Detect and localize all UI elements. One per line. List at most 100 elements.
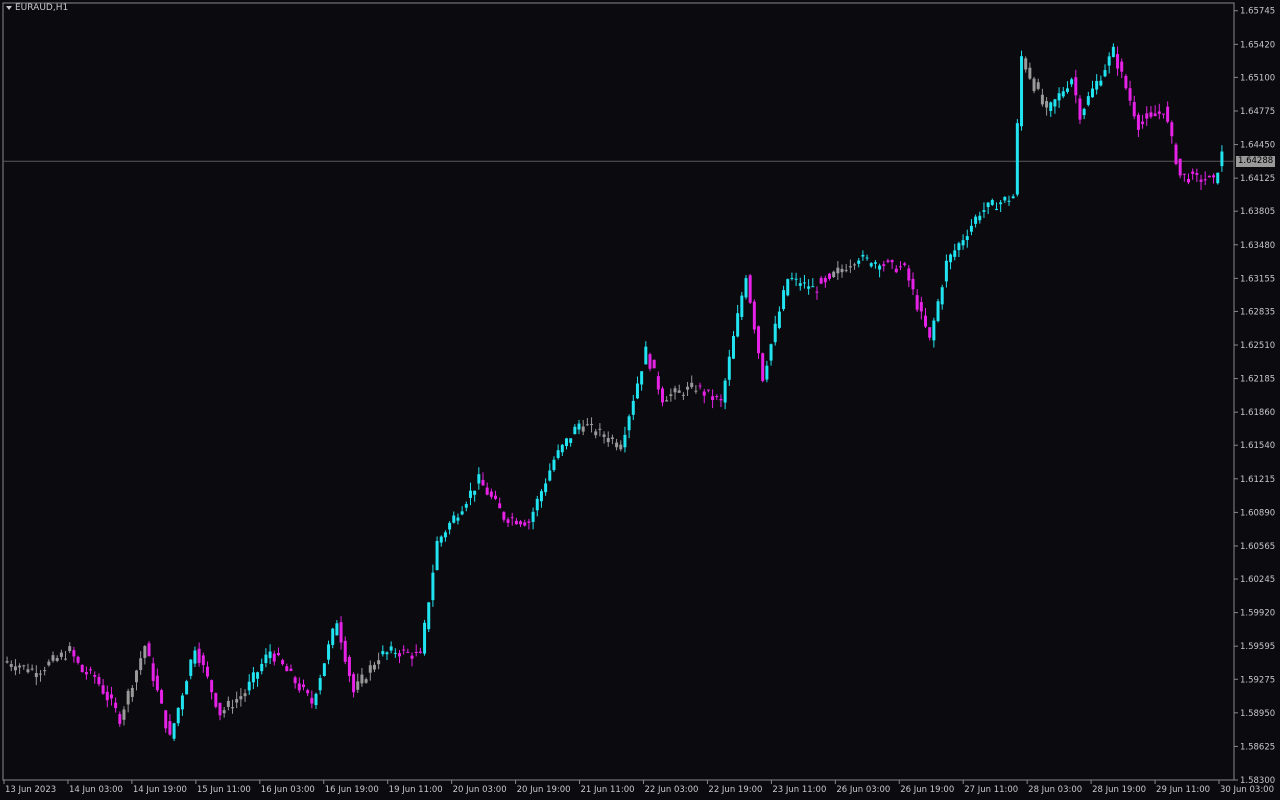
price-bar (823, 277, 827, 283)
price-bar (1007, 200, 1011, 202)
price-bar (218, 702, 222, 716)
price-bar (147, 643, 151, 657)
y-tick-label: 1.59595 (1240, 642, 1275, 652)
price-bar (406, 651, 410, 653)
price-bar (247, 681, 251, 691)
price-chart[interactable]: 1.65745 1.65420 1.65100 1.64775 1.64450 1.641… (0, 0, 1280, 800)
price-bar (857, 260, 861, 264)
price-bar (757, 326, 761, 354)
price-bar (807, 286, 811, 289)
x-tick-label: 30 Jun 03:00 (1220, 785, 1274, 795)
dropdown-triangle-icon[interactable] (6, 6, 12, 10)
price-bar (427, 602, 431, 630)
price-bar (982, 210, 986, 212)
price-bar (1207, 175, 1211, 178)
price-bar (59, 652, 63, 657)
x-tick-label: 27 Jun 11:00 (964, 785, 1018, 795)
price-bar (55, 658, 59, 661)
price-bar (665, 400, 669, 402)
price-bar (368, 665, 372, 673)
price-bar (84, 672, 88, 675)
price-bar (969, 225, 973, 232)
y-tick-label: 1.62510 (1240, 341, 1275, 351)
price-bar (790, 278, 794, 280)
y-tick-label: 1.62835 (1240, 307, 1275, 317)
price-bar (957, 243, 961, 251)
price-bar (398, 653, 402, 657)
price-bar (314, 693, 318, 706)
price-bar (936, 301, 940, 322)
price-bar (306, 690, 310, 694)
price-bar (619, 444, 623, 450)
price-bar (272, 653, 276, 662)
price-bar (932, 320, 936, 341)
price-bar (251, 672, 255, 683)
x-tick-label: 16 Jun 19:00 (325, 785, 379, 795)
x-tick-label: 13 Jun 2023 (5, 785, 56, 795)
price-bar (281, 660, 285, 665)
y-tick-label: 1.64450 (1240, 141, 1275, 151)
y-tick-label: 1.61860 (1240, 408, 1275, 418)
y-tick-label: 1.60890 (1240, 508, 1275, 518)
price-bar (201, 655, 205, 666)
price-bar (414, 652, 418, 654)
price-bar (1216, 172, 1220, 184)
price-bar (51, 655, 55, 661)
price-bar (155, 675, 159, 691)
price-bar (777, 311, 781, 328)
price-bar (894, 268, 898, 273)
x-tick-label: 23 Jun 11:00 (772, 785, 826, 795)
price-bar (481, 479, 485, 486)
price-bar (1057, 93, 1061, 101)
price-bar (727, 356, 731, 380)
price-bar (160, 690, 164, 704)
price-bar (690, 382, 694, 388)
price-bar (1149, 112, 1153, 117)
y-tick-label: 1.58625 (1240, 742, 1275, 752)
price-bar (752, 301, 756, 330)
price-bar (473, 490, 477, 495)
x-tick-label: 29 Jun 11:00 (1156, 785, 1210, 795)
price-bar (853, 264, 857, 266)
price-bar (385, 652, 389, 655)
price-bar (1011, 196, 1015, 199)
price-bar (494, 495, 498, 499)
price-bar (1153, 113, 1157, 117)
price-bar (1120, 61, 1124, 72)
price-bar (1161, 113, 1165, 115)
symbol-text: EURAUD,H1 (15, 3, 69, 13)
price-bar (523, 522, 527, 526)
price-bar (243, 693, 247, 697)
price-bar (9, 664, 13, 667)
price-bar (656, 376, 660, 390)
price-bar (168, 721, 172, 735)
price-bar (711, 396, 715, 400)
price-bar (389, 646, 393, 651)
price-bar (151, 663, 155, 681)
price-bar (1036, 82, 1040, 89)
price-bar (80, 664, 84, 673)
y-tick-label: 1.60565 (1240, 542, 1275, 552)
price-bar (189, 659, 193, 676)
x-tick-label: 14 Jun 03:00 (69, 785, 123, 795)
price-bar (510, 517, 514, 519)
price-bar (706, 389, 710, 391)
price-bar (1170, 122, 1174, 137)
price-bar (832, 271, 836, 278)
current-price-badge: 1.64288 (1236, 155, 1276, 167)
price-bar (431, 572, 435, 601)
price-bar (623, 434, 627, 448)
price-bar (544, 483, 548, 493)
price-bar (301, 684, 305, 688)
symbol-label[interactable]: EURAUD,H1 (6, 3, 68, 13)
y-tick-label: 1.59920 (1240, 609, 1275, 619)
price-bar (556, 450, 560, 458)
x-tick-label: 14 Jun 19:00 (133, 785, 187, 795)
price-bar (260, 663, 264, 672)
price-bar (1028, 67, 1032, 79)
price-bar (1040, 94, 1044, 105)
y-tick-label: 1.58950 (1240, 709, 1275, 719)
price-bar (18, 665, 22, 668)
price-bar (452, 515, 456, 523)
price-bar (865, 257, 869, 259)
